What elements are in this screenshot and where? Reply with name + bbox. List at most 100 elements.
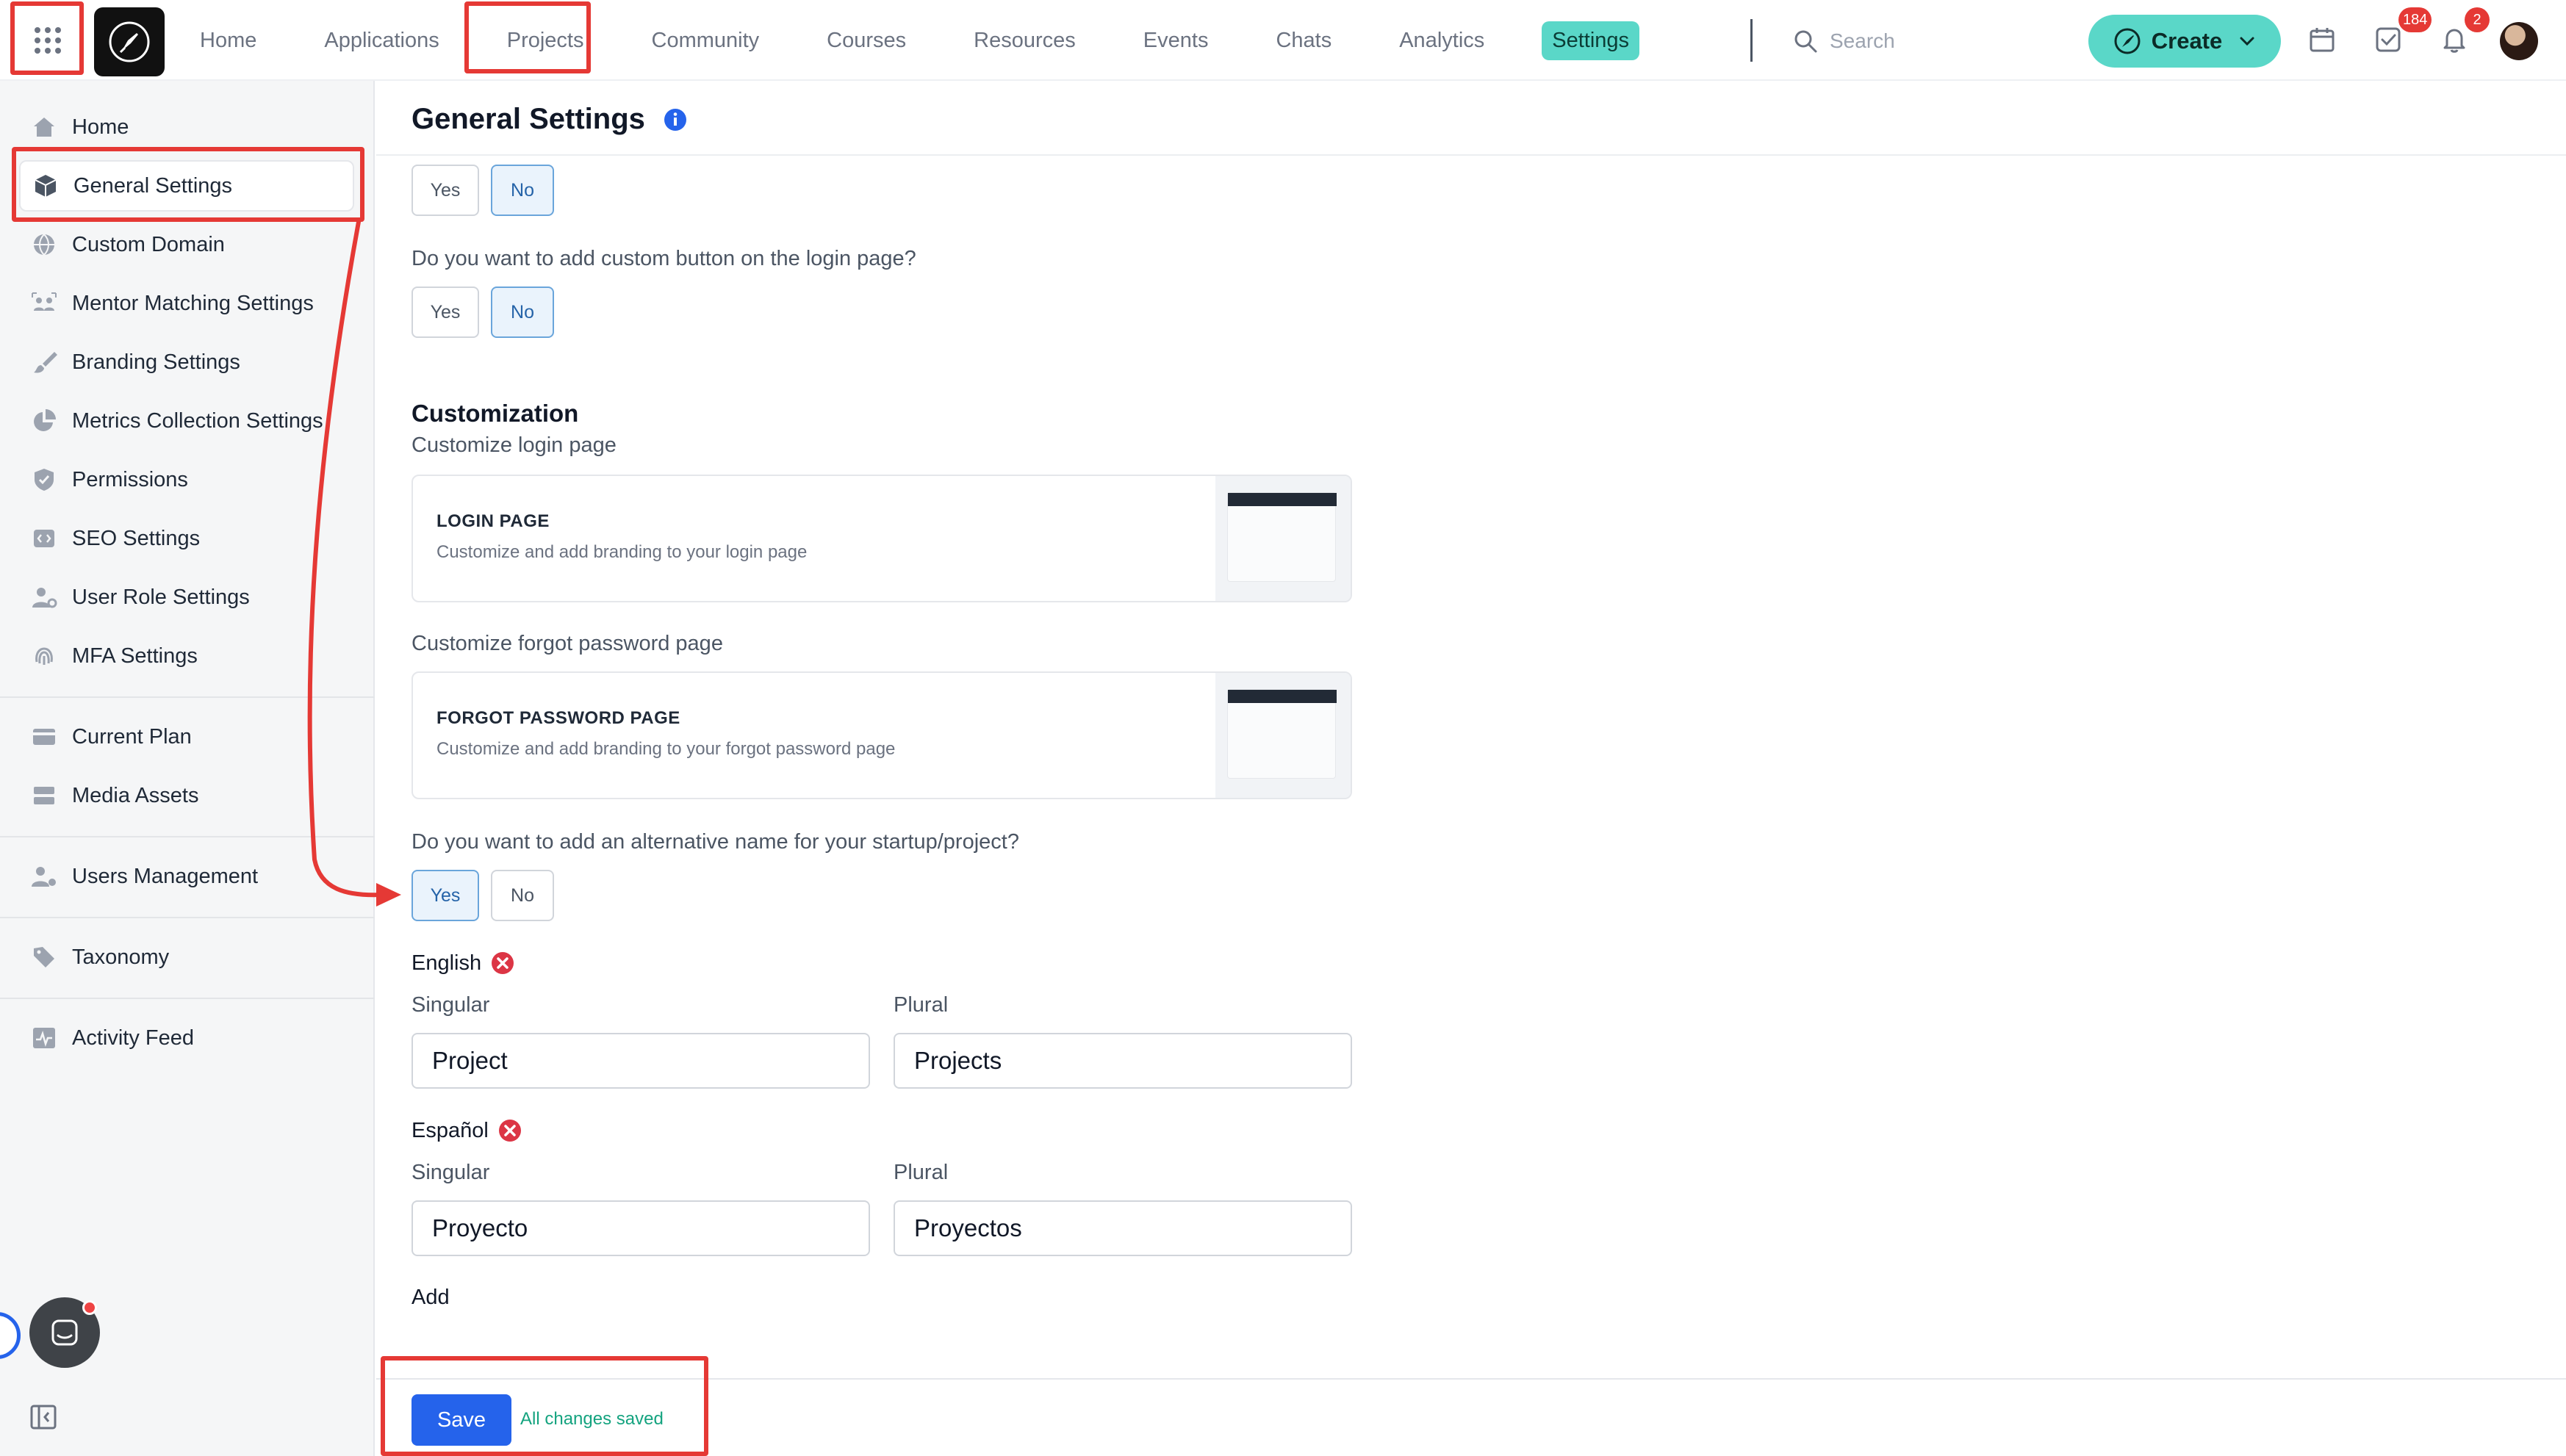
- nav-community[interactable]: Community: [642, 21, 770, 60]
- page-title: General Settings: [412, 103, 645, 135]
- login-preview-thumbnail: [1215, 476, 1351, 601]
- preview-bar: [1228, 493, 1337, 506]
- nav-projects[interactable]: Projects: [497, 21, 594, 60]
- lang-english-label: English: [412, 951, 515, 976]
- alt-name-no[interactable]: No: [491, 870, 554, 921]
- sidebar-item-seo[interactable]: SEO Settings: [19, 513, 354, 564]
- sidebar-item-mentor-matching[interactable]: Mentor Matching Settings: [19, 278, 354, 329]
- sidebar-item-permissions[interactable]: Permissions: [19, 454, 354, 505]
- chat-unread-dot: [82, 1300, 97, 1315]
- tag-icon: [34, 947, 54, 967]
- home-icon: [34, 118, 54, 137]
- cube-icon: [35, 175, 57, 197]
- avatar[interactable]: [2500, 22, 2538, 60]
- sidebar-item-taxonomy[interactable]: Taxonomy: [19, 931, 354, 983]
- plural-label: Plural: [894, 993, 949, 1017]
- lang-name: Español: [412, 1118, 489, 1142]
- calendar-icon[interactable]: [2307, 25, 2337, 54]
- sidebar: Home General Settings Custom Domain Ment…: [0, 81, 375, 1456]
- remove-icon[interactable]: [490, 951, 515, 976]
- users-gear-icon: [32, 867, 56, 887]
- sidebar-item-label: Mentor Matching Settings: [72, 291, 314, 315]
- sidebar-item-label: Activity Feed: [72, 1026, 194, 1050]
- sidebar-item-current-plan[interactable]: Current Plan: [19, 711, 354, 763]
- bell-icon[interactable]: [2440, 25, 2469, 54]
- forgot-password-card[interactable]: FORGOT PASSWORD PAGE Customize and add b…: [412, 671, 1352, 799]
- sidebar-item-branding[interactable]: Branding Settings: [19, 336, 354, 388]
- page-header: General Settings: [376, 81, 2566, 156]
- create-icon: [2114, 28, 2141, 54]
- activity-icon: [33, 1028, 55, 1048]
- forgot-card-desc: Customize and add branding to your forgo…: [436, 739, 896, 759]
- english-plural-input[interactable]: [894, 1033, 1352, 1089]
- nav-applications[interactable]: Applications: [314, 21, 449, 60]
- save-button[interactable]: Save: [412, 1394, 511, 1446]
- pie-chart-icon: [34, 409, 56, 431]
- nav-resources[interactable]: Resources: [963, 21, 1086, 60]
- sidebar-item-mfa[interactable]: MFA Settings: [19, 630, 354, 682]
- spanish-plural-input[interactable]: [894, 1200, 1352, 1256]
- sidebar-item-activity-feed[interactable]: Activity Feed: [19, 1012, 354, 1064]
- sidebar-item-label: Media Assets: [72, 783, 199, 807]
- customize-forgot-label: Customize forgot password page: [412, 632, 723, 655]
- sidebar-collapse-icon[interactable]: [29, 1403, 57, 1431]
- sidebar-item-metrics[interactable]: Metrics Collection Settings: [19, 395, 354, 447]
- sidebar-item-users-management[interactable]: Users Management: [19, 851, 354, 902]
- nav-settings[interactable]: Settings: [1542, 21, 1640, 60]
- forgot-card-title: FORGOT PASSWORD PAGE: [436, 708, 680, 728]
- login-page-card[interactable]: LOGIN PAGE Customize and add branding to…: [412, 475, 1352, 602]
- rocket-logo-icon[interactable]: [94, 7, 165, 76]
- nav-analytics[interactable]: Analytics: [1389, 21, 1495, 60]
- sidebar-item-label: General Settings: [73, 173, 233, 198]
- card-icon: [33, 729, 55, 745]
- sidebar-item-label: Metrics Collection Settings: [72, 408, 323, 433]
- save-status: All changes saved: [520, 1409, 664, 1429]
- sidebar-item-label: Users Management: [72, 864, 259, 888]
- spanish-singular-input[interactable]: [412, 1200, 870, 1256]
- alt-name-question: Do you want to add an alternative name f…: [412, 830, 1019, 854]
- nav-courses[interactable]: Courses: [816, 21, 916, 60]
- sidebar-item-media-assets[interactable]: Media Assets: [19, 770, 354, 821]
- code-icon: [34, 530, 54, 547]
- remove-icon[interactable]: [497, 1118, 522, 1143]
- sidebar-item-label: Branding Settings: [72, 350, 240, 374]
- preview-frame: [1227, 492, 1337, 582]
- sidebar-item-label: Home: [72, 115, 129, 139]
- singular-label: Singular: [412, 993, 490, 1017]
- custom-button-yes[interactable]: Yes: [412, 286, 479, 338]
- sidebar-item-label: MFA Settings: [72, 644, 198, 668]
- custom-button-no[interactable]: No: [491, 286, 554, 338]
- sidebar-item-user-role[interactable]: User Role Settings: [19, 572, 354, 623]
- main-nav: Home Applications Projects Community Cou…: [190, 0, 1686, 81]
- create-button[interactable]: Create: [2088, 15, 2281, 68]
- sidebar-item-general-settings[interactable]: General Settings: [19, 160, 354, 212]
- english-singular-input[interactable]: [412, 1033, 870, 1089]
- create-label: Create: [2151, 28, 2223, 54]
- add-language-link[interactable]: Add: [412, 1286, 450, 1310]
- sidebar-item-label: Taxonomy: [72, 945, 170, 969]
- sidebar-item-home[interactable]: Home: [19, 101, 354, 153]
- info-icon[interactable]: [663, 107, 688, 132]
- no-button[interactable]: No: [491, 165, 554, 216]
- login-card-desc: Customize and add branding to your login…: [436, 542, 808, 562]
- sidebar-divider: [0, 917, 375, 918]
- app-grid-icon[interactable]: [13, 6, 82, 75]
- nav-chats[interactable]: Chats: [1265, 21, 1342, 60]
- singular-label: Singular: [412, 1161, 490, 1184]
- fingerprint-icon: [35, 647, 53, 665]
- sidebar-item-label: Current Plan: [72, 724, 192, 749]
- search-input[interactable]: [1830, 29, 2080, 53]
- server-icon: [34, 787, 54, 804]
- chat-launcher-button[interactable]: [29, 1297, 100, 1368]
- sidebar-divider: [0, 998, 375, 999]
- yes-button[interactable]: Yes: [412, 165, 479, 216]
- nav-events[interactable]: Events: [1133, 21, 1219, 60]
- brush-icon: [34, 352, 57, 373]
- search-box[interactable]: [1793, 25, 2080, 57]
- custom-button-question: Do you want to add custom button on the …: [412, 247, 916, 270]
- alt-name-yes[interactable]: Yes: [412, 870, 479, 921]
- tasks-icon[interactable]: [2373, 25, 2403, 54]
- user-role-icon: [32, 588, 57, 608]
- nav-home[interactable]: Home: [190, 21, 267, 60]
- sidebar-item-custom-domain[interactable]: Custom Domain: [19, 219, 354, 270]
